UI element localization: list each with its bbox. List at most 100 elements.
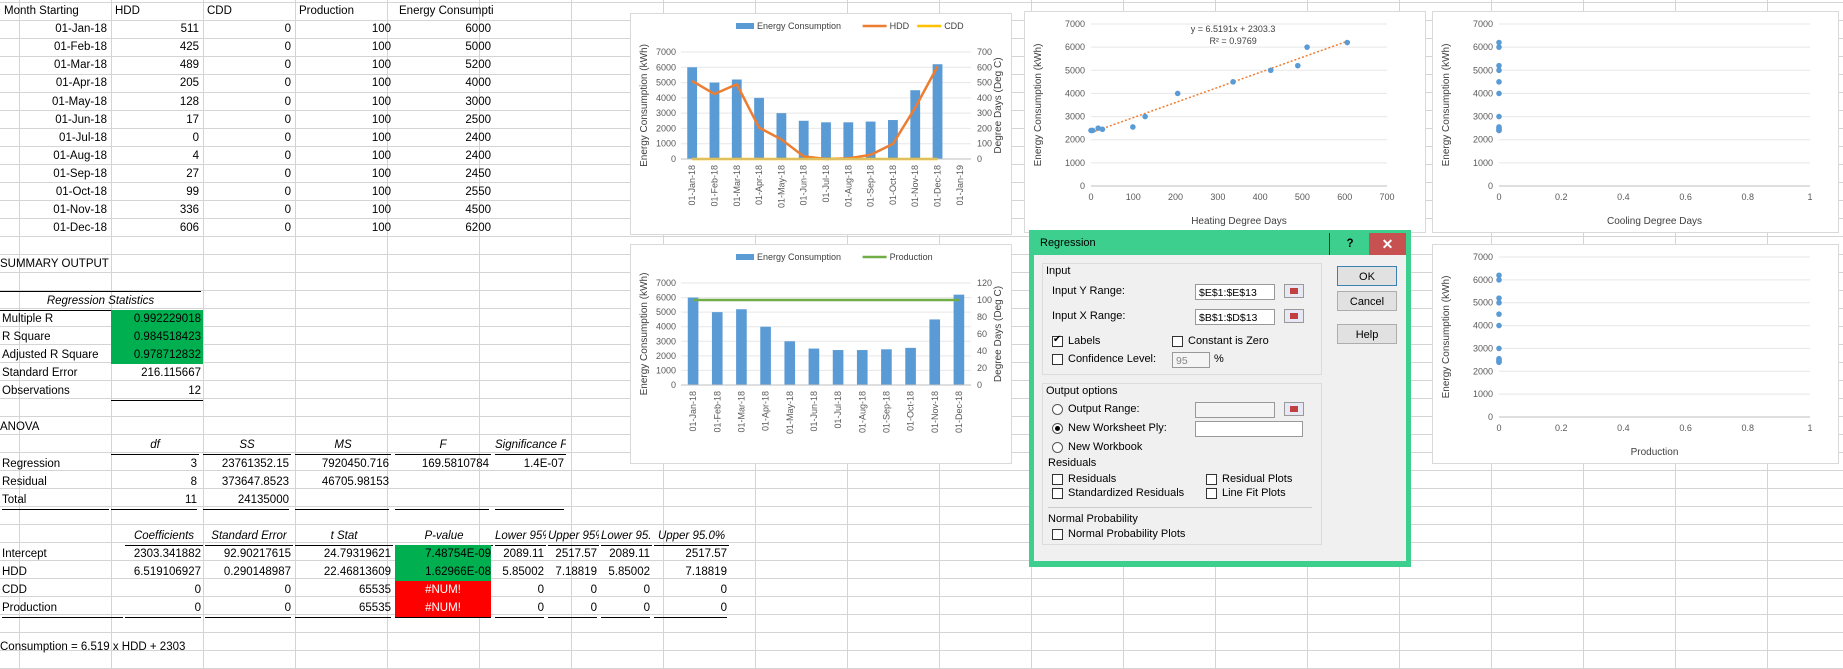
header-cell[interactable]: Month Starting: [4, 2, 109, 20]
data-cell[interactable]: 0: [205, 38, 291, 56]
coef-header[interactable]: Lower 95.0%: [601, 527, 652, 546]
coef-header[interactable]: t Stat: [295, 527, 393, 546]
anova-header[interactable]: df: [111, 436, 199, 456]
data-cell[interactable]: 4000: [397, 74, 491, 92]
data-cell[interactable]: 0: [205, 165, 291, 183]
coef-cell[interactable]: 2517.57: [548, 545, 597, 563]
data-cell[interactable]: 511: [113, 20, 199, 38]
anova-cell[interactable]: 7920450.716: [295, 455, 389, 473]
data-cell[interactable]: 489: [113, 56, 199, 74]
anova-cell[interactable]: Residual: [2, 473, 109, 491]
anova-cell[interactable]: [495, 473, 564, 491]
output-range-radio[interactable]: [1052, 404, 1063, 415]
data-cell[interactable]: 100: [297, 111, 391, 129]
coef-cell[interactable]: 2089.11: [601, 545, 650, 563]
coef-cell[interactable]: 0: [601, 599, 650, 619]
chart-hdd-scatter[interactable]: 0 1000 2000 3000 4000 5000 6000 7000 0 100 200 300 4…: [1024, 11, 1426, 233]
data-cell[interactable]: 01-Jun-18: [2, 111, 107, 129]
coef-header[interactable]: Standard Error: [205, 527, 293, 546]
data-cell[interactable]: 0: [205, 74, 291, 92]
data-cell[interactable]: 99: [113, 183, 199, 201]
data-cell[interactable]: 01-Feb-18: [2, 38, 107, 56]
reg-stat-label[interactable]: Observations: [2, 382, 109, 400]
range-selector-icon[interactable]: [1284, 309, 1304, 323]
reg-stat-value[interactable]: 12: [111, 382, 203, 402]
anova-cell[interactable]: 169.5810784: [395, 455, 489, 473]
coef-header[interactable]: Lower 95%: [495, 527, 546, 546]
anova-cell[interactable]: 8: [111, 473, 197, 491]
coef-header[interactable]: P-value: [395, 527, 493, 546]
data-cell[interactable]: 2400: [397, 147, 491, 165]
anova-cell[interactable]: Total: [2, 491, 109, 510]
output-range-field[interactable]: [1195, 402, 1275, 418]
data-cell[interactable]: 336: [113, 201, 199, 219]
data-cell[interactable]: 01-Jul-18: [2, 129, 107, 147]
chart-energy-hdd-cdd[interactable]: 0 1000 2000 3000 4000 5000 6000 7000 0 100 200 300 4…: [630, 13, 1012, 235]
range-selector-icon[interactable]: [1284, 284, 1304, 298]
input-y-range-field[interactable]: $E$1:$E$13: [1195, 284, 1275, 300]
coef-cell[interactable]: 7.18819: [548, 563, 597, 581]
data-cell[interactable]: 128: [113, 93, 199, 111]
data-cell[interactable]: 100: [297, 93, 391, 111]
anova-cell[interactable]: 23761352.15: [203, 455, 289, 473]
data-cell[interactable]: 01-Sep-18: [2, 165, 107, 183]
data-cell[interactable]: 0: [205, 129, 291, 147]
anova-title[interactable]: ANOVA: [0, 418, 200, 436]
data-cell[interactable]: 27: [113, 165, 199, 183]
data-cell[interactable]: 0: [113, 129, 199, 147]
data-cell[interactable]: 0: [205, 219, 291, 237]
new-ply-radio[interactable]: [1052, 423, 1063, 434]
data-cell[interactable]: 0: [205, 111, 291, 129]
coef-cell[interactable]: 0: [654, 581, 727, 599]
reg-stat-value[interactable]: 0.992229018: [111, 309, 203, 328]
anova-header[interactable]: F: [395, 436, 491, 456]
data-cell[interactable]: 0: [205, 56, 291, 74]
cancel-button[interactable]: Cancel: [1337, 291, 1397, 311]
data-cell[interactable]: 5000: [397, 38, 491, 56]
data-cell[interactable]: 2550: [397, 183, 491, 201]
coef-cell[interactable]: 0: [125, 581, 201, 599]
header-cell[interactable]: Production: [299, 2, 393, 20]
anova-header[interactable]: Significance F: [495, 436, 566, 456]
data-cell[interactable]: 100: [297, 201, 391, 219]
labels-checkbox[interactable]: [1052, 334, 1063, 347]
coef-cell[interactable]: 0: [654, 599, 727, 619]
data-cell[interactable]: 01-Mar-18: [2, 56, 107, 74]
data-cell[interactable]: 01-Jan-18: [2, 20, 107, 38]
data-cell[interactable]: 100: [297, 165, 391, 183]
anova-cell[interactable]: [495, 491, 564, 510]
data-cell[interactable]: 01-Nov-18: [2, 201, 107, 219]
data-cell[interactable]: 4500: [397, 201, 491, 219]
reg-stat-value[interactable]: 216.115667: [111, 364, 203, 382]
data-cell[interactable]: 100: [297, 74, 391, 92]
data-cell[interactable]: 100: [297, 56, 391, 74]
data-cell[interactable]: 01-May-18: [2, 93, 107, 111]
coef-cell[interactable]: 1.62966E-08: [395, 563, 491, 582]
data-cell[interactable]: 100: [297, 38, 391, 56]
coef-cell[interactable]: HDD: [2, 563, 123, 581]
confidence-checkbox[interactable]: [1052, 354, 1063, 365]
chart-production-scatter[interactable]: 0 1000 2000 3000 4000 5000 6000 7000 0 0.2 0.4 0.6 0…: [1432, 244, 1839, 464]
data-cell[interactable]: 0: [205, 147, 291, 165]
coef-cell[interactable]: #NUM!: [395, 599, 491, 619]
data-cell[interactable]: 100: [297, 219, 391, 237]
ok-button[interactable]: OK: [1337, 266, 1397, 286]
data-cell[interactable]: 6000: [397, 20, 491, 38]
formula-text[interactable]: Consumption = 6.519 x HDD + 2303: [0, 638, 300, 656]
dialog-title-bar[interactable]: Regression ? ✕: [1034, 233, 1406, 255]
reg-stat-label[interactable]: Adjusted R Square: [2, 346, 109, 364]
coef-cell[interactable]: 0: [125, 599, 201, 619]
data-cell[interactable]: 0: [205, 93, 291, 111]
coef-cell[interactable]: CDD: [2, 581, 123, 599]
reg-stat-label[interactable]: Standard Error: [2, 364, 109, 382]
data-cell[interactable]: 606: [113, 219, 199, 237]
input-x-range-field[interactable]: $B$1:$D$13: [1195, 309, 1275, 325]
reg-stat-value[interactable]: 0.978712832: [111, 345, 203, 364]
data-cell[interactable]: 2500: [397, 111, 491, 129]
data-cell[interactable]: 4: [113, 147, 199, 165]
anova-header[interactable]: SS: [203, 436, 291, 456]
data-cell[interactable]: 0: [205, 20, 291, 38]
std-residuals-checkbox[interactable]: [1052, 488, 1063, 499]
coef-cell[interactable]: 65535: [295, 581, 391, 599]
summary-title[interactable]: SUMMARY OUTPUT: [0, 255, 200, 273]
